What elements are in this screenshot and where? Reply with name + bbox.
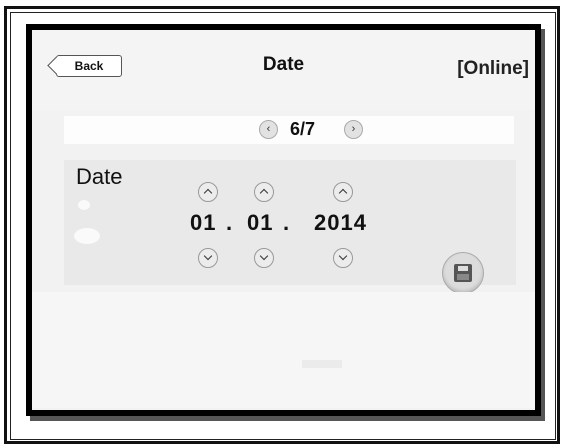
pager: ‹ 6/7 › [64, 116, 514, 144]
faint-decoration [74, 228, 100, 244]
month-separator: . [283, 210, 290, 235]
date-label: Date [76, 164, 123, 189]
bottom-mark [302, 360, 342, 368]
connection-status: [Online] [457, 58, 529, 79]
year-down-button[interactable] [333, 248, 353, 268]
month-down-button[interactable] [254, 248, 274, 268]
chevron-right-icon[interactable]: › [344, 120, 363, 139]
device-screen: Back Date [Online] ‹ 6/7 › Date 01 . 01 … [26, 24, 541, 416]
day-separator: . [226, 210, 233, 235]
day-up-button[interactable] [198, 182, 218, 202]
page-indicator: 6/7 [290, 119, 316, 139]
month-up-button[interactable] [254, 182, 274, 202]
back-button-label: Back [74, 59, 104, 73]
bottom-area [32, 292, 535, 408]
month-value: 01 [247, 210, 274, 235]
day-value: 01 [190, 210, 217, 235]
day-down-button[interactable] [198, 248, 218, 268]
save-button[interactable] [442, 252, 484, 294]
chevron-left-icon[interactable]: ‹ [259, 120, 278, 139]
floppy-disk-icon [454, 264, 472, 282]
year-up-button[interactable] [333, 182, 353, 202]
year-value: 2014 [314, 210, 367, 235]
faint-decoration [78, 200, 90, 210]
top-bar: Back Date [Online] [32, 30, 535, 110]
